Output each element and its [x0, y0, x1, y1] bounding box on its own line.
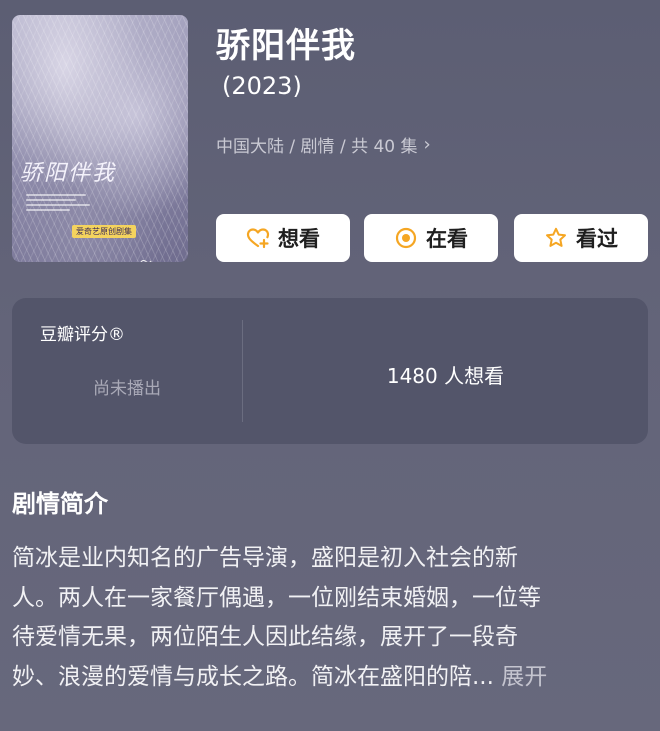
watching-label: 在看	[426, 227, 468, 251]
synopsis-line: 人。两人在一家餐厅偶遇，一位刚结束婚姻，一位等	[12, 584, 541, 611]
rating-label: 豆瓣评分®	[40, 325, 125, 345]
watched-button[interactable]: 看过	[514, 214, 648, 262]
synopsis-line: 简冰是业内知名的广告导演，盛阳是初入社会的新	[12, 545, 518, 571]
watched-label: 看过	[576, 227, 618, 251]
poster-platform-badge: 爱奇艺原创剧集	[72, 225, 136, 238]
synopsis-heading: 剧情简介	[12, 490, 108, 518]
poster-credits	[26, 191, 96, 214]
rating-status: 尚未播出	[93, 379, 161, 399]
want-to-watch-label: 想看	[278, 227, 320, 251]
chevron-right-icon: ›	[423, 134, 431, 155]
show-title: 骄阳伴我	[216, 26, 356, 66]
want-to-watch-button[interactable]: 想看	[216, 214, 350, 262]
watching-button[interactable]: 在看	[364, 214, 498, 262]
synopsis-line: 待爱情无果，两位陌生人因此结缘，展开了一段奇	[12, 624, 518, 650]
heart-plus-icon	[246, 226, 270, 250]
synopsis-line: 妙、浪漫的爱情与成长之路。简冰在盛阳的陪...	[12, 663, 494, 690]
show-poster[interactable]: 骄阳伴我 爱奇艺原创剧集 〜	[12, 15, 188, 262]
show-year: (2023)	[222, 72, 302, 100]
swan-icon: 〜	[140, 255, 153, 262]
poster-title-art: 骄阳伴我	[20, 161, 117, 186]
want-count: 1480 人想看	[386, 364, 505, 388]
star-icon	[544, 226, 568, 250]
show-meta-link[interactable]: 中国大陆 / 剧情 / 共 40 集 ›	[216, 132, 431, 157]
synopsis-line-last: 妙、浪漫的爱情与成长之路。简冰在盛阳的陪... 展开	[12, 658, 638, 698]
douban-rating-card[interactable]: 豆瓣评分® 尚未播出 1480 人想看	[12, 298, 648, 444]
expand-link[interactable]: 展开	[501, 664, 547, 690]
target-circle-icon	[394, 226, 418, 250]
synopsis-text: 简冰是业内知名的广告导演，盛阳是初入社会的新 人。两人在一家餐厅偶遇，一位刚结束…	[12, 539, 638, 697]
show-meta-text: 中国大陆 / 剧情 / 共 40 集	[216, 137, 418, 157]
